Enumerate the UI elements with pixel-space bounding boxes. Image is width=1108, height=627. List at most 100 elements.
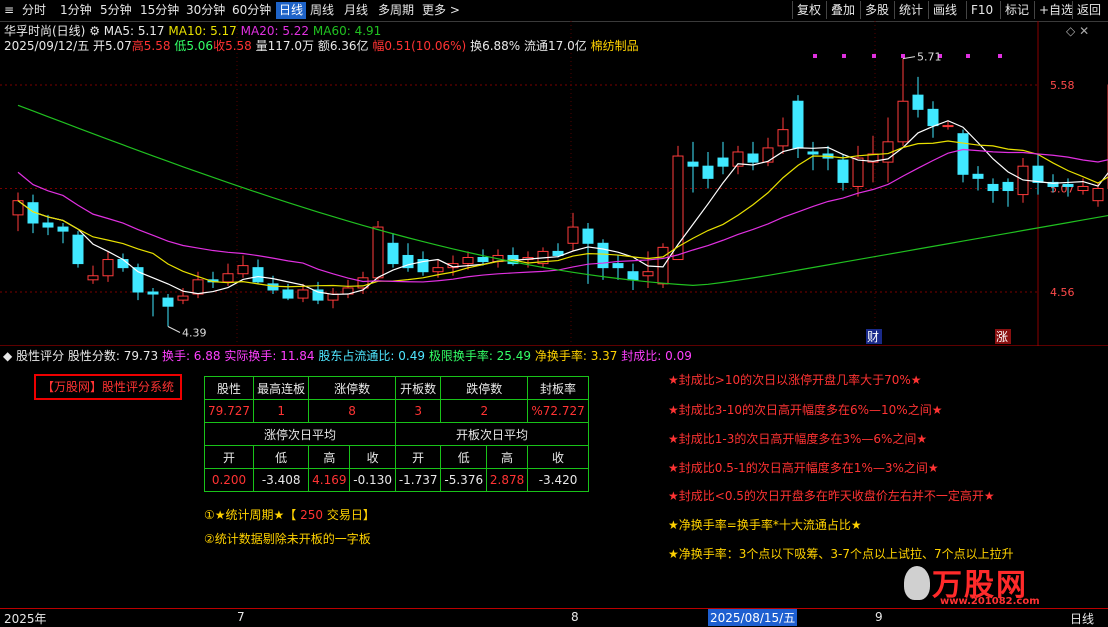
table-cell: 8	[308, 399, 396, 423]
signal-dot	[842, 54, 846, 58]
candle-body	[957, 133, 969, 175]
tab-multi-period[interactable]: 多周期	[378, 2, 414, 19]
diamond-icon[interactable]: ◇	[1066, 24, 1075, 38]
candle-body	[42, 222, 54, 228]
tab-daily[interactable]: 日线	[276, 2, 307, 19]
tab-5min[interactable]: 5分钟	[100, 2, 132, 19]
f10-button[interactable]: F10	[966, 1, 997, 19]
candle-body	[717, 157, 729, 167]
back-button[interactable]: 返回	[1072, 1, 1105, 19]
bar-volume: 量117.0万	[255, 39, 314, 53]
mark-button[interactable]: 标记	[1000, 1, 1033, 19]
candle-body	[1092, 188, 1104, 202]
ma10-line	[17, 140, 1108, 288]
fuquan-button[interactable]: 复权	[792, 1, 825, 19]
price-label: 4.56	[1050, 286, 1075, 299]
candle-body	[117, 259, 129, 269]
tab-15min[interactable]: 15分钟	[140, 2, 179, 19]
note-period: ①★统计周期★【 250 交易日】	[204, 506, 375, 523]
time-label: 9	[875, 610, 883, 624]
table-subheader: 收	[349, 445, 396, 469]
table-subheader: 收	[527, 445, 589, 469]
candle-body	[942, 125, 954, 128]
tab-monthly[interactable]: 月线	[344, 2, 368, 19]
chart-header-line2: 2025/09/12/五 开5.07高5.58 低5.06收5.58 量117.…	[4, 37, 639, 54]
candle-body	[177, 295, 189, 301]
tab-more[interactable]: 更多 >	[422, 2, 460, 19]
candle-body	[687, 161, 699, 167]
brand-watermark: 万股网 www.201082.com	[896, 560, 1086, 608]
period-label[interactable]: 日线	[1070, 610, 1094, 627]
candle-body	[642, 271, 654, 277]
kline-chart[interactable]: 5.585.074.565.714.39 财涨	[0, 21, 1108, 346]
draw-line-button[interactable]: 画线	[928, 1, 961, 19]
bar-amount: 额6.36亿	[317, 39, 369, 53]
ma5-value: MA5: 5.17	[103, 24, 165, 38]
bar-high: 高5.58	[131, 39, 171, 53]
close-icon[interactable]: ✕	[1079, 24, 1089, 38]
candle-body	[972, 173, 984, 179]
candle-body	[987, 183, 999, 192]
min-price-label: 4.39	[182, 327, 207, 340]
candle-body	[1032, 165, 1044, 183]
candle-body	[237, 265, 249, 275]
candle-body	[147, 291, 159, 295]
finance-marker: 财	[867, 330, 879, 344]
table-cell: 2	[440, 399, 529, 423]
ma20-value: MA20: 5.22	[240, 24, 310, 38]
candle-body	[762, 147, 774, 163]
table-cell: -0.130	[349, 468, 396, 492]
candle-body	[162, 297, 174, 307]
gear-icon[interactable]: ⚙	[89, 24, 104, 38]
stock-title: 华孚时尚(日线)	[4, 24, 86, 38]
min-pointer	[167, 326, 181, 333]
multi-stock-button[interactable]: 多股	[860, 1, 893, 19]
tab-1min[interactable]: 1分钟	[60, 2, 92, 19]
tab-weekly[interactable]: 周线	[310, 2, 334, 19]
crosshair-date-label: 2025/08/15/五	[708, 609, 798, 626]
time-label: 8	[571, 610, 579, 624]
tab-60min[interactable]: 60分钟	[232, 2, 271, 19]
candle-body	[1062, 183, 1074, 187]
table-cell: 2.878	[486, 468, 529, 492]
formula-line: ★净换手率=换手率*十大流通占比★	[668, 518, 862, 532]
table-header: 跌停数	[440, 376, 529, 400]
table-cell: -5.376	[440, 468, 488, 492]
table-subheader: 低	[440, 445, 488, 469]
candle-body	[852, 157, 864, 187]
signal-dot	[872, 54, 876, 58]
note-exclusion: ②统计数据剔除未开板的一字板	[204, 532, 371, 546]
bar-amplitude: 幅0.51(10.06%)	[372, 39, 467, 53]
table-header: 最高连板	[253, 376, 310, 400]
group-open-board: 开板次日平均	[394, 422, 590, 446]
table-header: 开板数	[394, 376, 442, 400]
tab-30min[interactable]: 30分钟	[186, 2, 225, 19]
add-watchlist-button[interactable]: +自选	[1034, 1, 1077, 19]
table-cell: %72.727	[527, 399, 589, 423]
bar-low: 低5.06	[174, 39, 214, 53]
statistics-button[interactable]: 统计	[894, 1, 927, 19]
candle-body	[747, 153, 759, 163]
overlay-button[interactable]: 叠加	[826, 1, 859, 19]
table-row: 79.727 1 8 3 2 %72.727	[203, 399, 589, 423]
signal-dot	[966, 54, 970, 58]
rule-line: ★封成比>10的次日以涨停开盘几率大于70%★	[668, 373, 922, 387]
candle-body	[597, 242, 609, 269]
bar-float-cap: 流通17.0亿	[524, 39, 587, 53]
candle-body	[477, 257, 489, 263]
brand-url: www.201082.com	[940, 596, 1040, 607]
candle-body	[297, 289, 309, 299]
tab-fenshi[interactable]: 分时	[22, 2, 46, 19]
time-label: 7	[237, 610, 245, 624]
table-subheader: 开	[394, 445, 442, 469]
table-subheader: 开	[203, 445, 255, 469]
candle-body	[462, 257, 474, 265]
candle-body	[252, 267, 264, 283]
time-axis: 2025年 7 8 2025/08/15/五 9 日线	[0, 608, 1108, 627]
limit-up-marker: 涨	[996, 329, 1008, 344]
candle-body	[57, 226, 69, 232]
table-row: 0.200 -3.408 4.169 -0.130 -1.737 -5.376 …	[203, 468, 589, 492]
rule-line: ★封成比0.5-1的次日高开幅度多在1%—3%之间★	[668, 461, 939, 475]
industry-label[interactable]: 棉纺制品	[591, 39, 639, 53]
menu-icon[interactable]: ≡	[4, 2, 14, 19]
